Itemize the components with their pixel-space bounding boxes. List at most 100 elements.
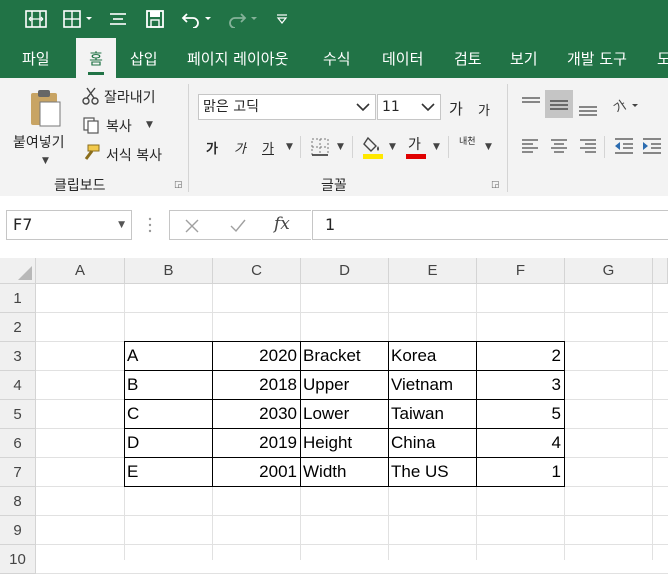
cell-b6[interactable]: D: [124, 428, 213, 458]
tab-view[interactable]: 보기: [510, 38, 538, 78]
cut-button[interactable]: 잘라내기: [104, 87, 156, 107]
tab-developer[interactable]: 개발 도구: [567, 38, 627, 78]
tab-insert[interactable]: 삽입: [130, 38, 158, 78]
fill-color-dropdown-icon[interactable]: ▼: [389, 142, 396, 152]
save-icon[interactable]: [142, 8, 168, 30]
column-header-c[interactable]: C: [213, 258, 301, 284]
column-header-g[interactable]: G: [565, 258, 653, 284]
cell-e7[interactable]: The US: [388, 457, 477, 487]
tab-review[interactable]: 검토: [454, 38, 482, 78]
cell-b5[interactable]: C: [124, 399, 213, 429]
align-bottom-icon[interactable]: [578, 100, 598, 120]
cell-f6[interactable]: 4: [476, 428, 565, 458]
format-painter-icon[interactable]: [82, 144, 100, 166]
row-header-8[interactable]: 8: [0, 487, 36, 516]
cell-d5[interactable]: Lower: [300, 399, 389, 429]
cell-f3[interactable]: 2: [476, 341, 565, 371]
tab-data[interactable]: 데이터: [382, 38, 423, 78]
borders-icon[interactable]: [60, 8, 98, 30]
copy-button[interactable]: 복사: [106, 116, 132, 136]
row-header-4[interactable]: 4: [0, 371, 36, 400]
fill-color-icon[interactable]: [362, 134, 386, 164]
underline-button[interactable]: 가: [262, 138, 274, 157]
cell-e6[interactable]: China: [388, 428, 477, 458]
align-top-icon[interactable]: [521, 96, 541, 116]
cell-e5[interactable]: Taiwan: [388, 399, 477, 429]
align-icon[interactable]: [106, 8, 130, 30]
tab-home[interactable]: 홈: [76, 38, 116, 78]
tab-file[interactable]: 파일: [22, 38, 50, 78]
font-color-dropdown-icon[interactable]: ▼: [433, 142, 440, 152]
insert-function-icon[interactable]: fx: [274, 214, 290, 234]
cell-c3[interactable]: 2020: [212, 341, 301, 371]
column-header-d[interactable]: D: [301, 258, 389, 284]
tab-formulas[interactable]: 수식: [323, 38, 351, 78]
orientation-icon[interactable]: 가: [611, 94, 638, 120]
row-header-9[interactable]: 9: [0, 516, 36, 545]
row-header-1[interactable]: 1: [0, 284, 36, 313]
row-header-2[interactable]: 2: [0, 313, 36, 342]
cell-b4[interactable]: B: [124, 370, 213, 400]
paste-icon[interactable]: [28, 88, 62, 132]
font-size-select[interactable]: 11: [377, 94, 441, 120]
cell-d3[interactable]: Bracket: [300, 341, 389, 371]
copy-icon[interactable]: [82, 116, 100, 138]
cell-e4[interactable]: Vietnam: [388, 370, 477, 400]
tab-page-layout[interactable]: 페이지 레이아웃: [187, 38, 288, 78]
cell-d6[interactable]: Height: [300, 428, 389, 458]
select-all-corner[interactable]: [0, 258, 36, 284]
redo-icon[interactable]: [226, 8, 262, 30]
cancel-icon[interactable]: [184, 218, 200, 238]
format-painter-button[interactable]: 서식 복사: [106, 145, 162, 165]
cell-b3[interactable]: A: [124, 341, 213, 371]
formula-input[interactable]: 1: [312, 210, 668, 240]
column-header-b[interactable]: B: [125, 258, 213, 284]
cell-e3[interactable]: Korea: [388, 341, 477, 371]
clipboard-launcher-icon[interactable]: ◲: [174, 180, 183, 190]
worksheet-grid[interactable]: A B C D E F G 1 2 3 4 5 6 7 8 9 10 A 2020 Bracket Korea 2 B 201…: [0, 258, 668, 574]
cell-d4[interactable]: Upper: [300, 370, 389, 400]
cell-c7[interactable]: 2001: [212, 457, 301, 487]
chevron-down-icon[interactable]: ▼: [118, 211, 125, 239]
scissors-icon[interactable]: [82, 87, 100, 109]
row-header-3[interactable]: 3: [0, 342, 36, 371]
column-header-a[interactable]: A: [36, 258, 125, 284]
paste-button[interactable]: 붙여넣기: [13, 132, 65, 152]
bold-button[interactable]: 가: [206, 138, 218, 157]
grow-font-button[interactable]: 가: [449, 98, 463, 119]
customize-toolbar-icon[interactable]: [272, 8, 292, 30]
font-name-select[interactable]: 맑은 고딕: [198, 94, 376, 120]
phonetic-dropdown-icon[interactable]: ▼: [485, 142, 492, 152]
increase-indent-icon[interactable]: [642, 137, 662, 159]
decrease-indent-icon[interactable]: [614, 137, 634, 159]
align-middle-button[interactable]: [545, 90, 573, 118]
cell-f7[interactable]: 1: [476, 457, 565, 487]
font-color-button[interactable]: 가: [408, 134, 421, 154]
align-right-icon[interactable]: [579, 138, 597, 158]
row-header-6[interactable]: 6: [0, 429, 36, 458]
copy-dropdown-icon[interactable]: ▼: [146, 120, 153, 130]
cell-c4[interactable]: 2018: [212, 370, 301, 400]
italic-button[interactable]: 가: [234, 138, 246, 157]
row-header-7[interactable]: 7: [0, 458, 36, 487]
align-left-icon[interactable]: [521, 138, 539, 158]
row-header-5[interactable]: 5: [0, 400, 36, 429]
underline-dropdown-icon[interactable]: ▼: [286, 142, 293, 152]
cell-f5[interactable]: 5: [476, 399, 565, 429]
font-launcher-icon[interactable]: ◲: [491, 180, 500, 190]
paste-dropdown-icon[interactable]: ▼: [42, 156, 49, 166]
cell-c5[interactable]: 2030: [212, 399, 301, 429]
cell-f4[interactable]: 3: [476, 370, 565, 400]
align-center-icon[interactable]: [550, 138, 568, 158]
name-box[interactable]: F7 ▼: [6, 210, 132, 240]
column-header-e[interactable]: E: [389, 258, 477, 284]
shrink-font-button[interactable]: 가: [478, 100, 490, 119]
border-dropdown-icon[interactable]: ▼: [337, 142, 344, 152]
cell-d7[interactable]: Width: [300, 457, 389, 487]
tab-more[interactable]: 도: [657, 38, 668, 78]
cell-c6[interactable]: 2019: [212, 428, 301, 458]
enter-icon[interactable]: [229, 218, 247, 238]
autofit-icon[interactable]: [22, 8, 50, 30]
cell-b7[interactable]: E: [124, 457, 213, 487]
border-icon[interactable]: [310, 137, 330, 161]
